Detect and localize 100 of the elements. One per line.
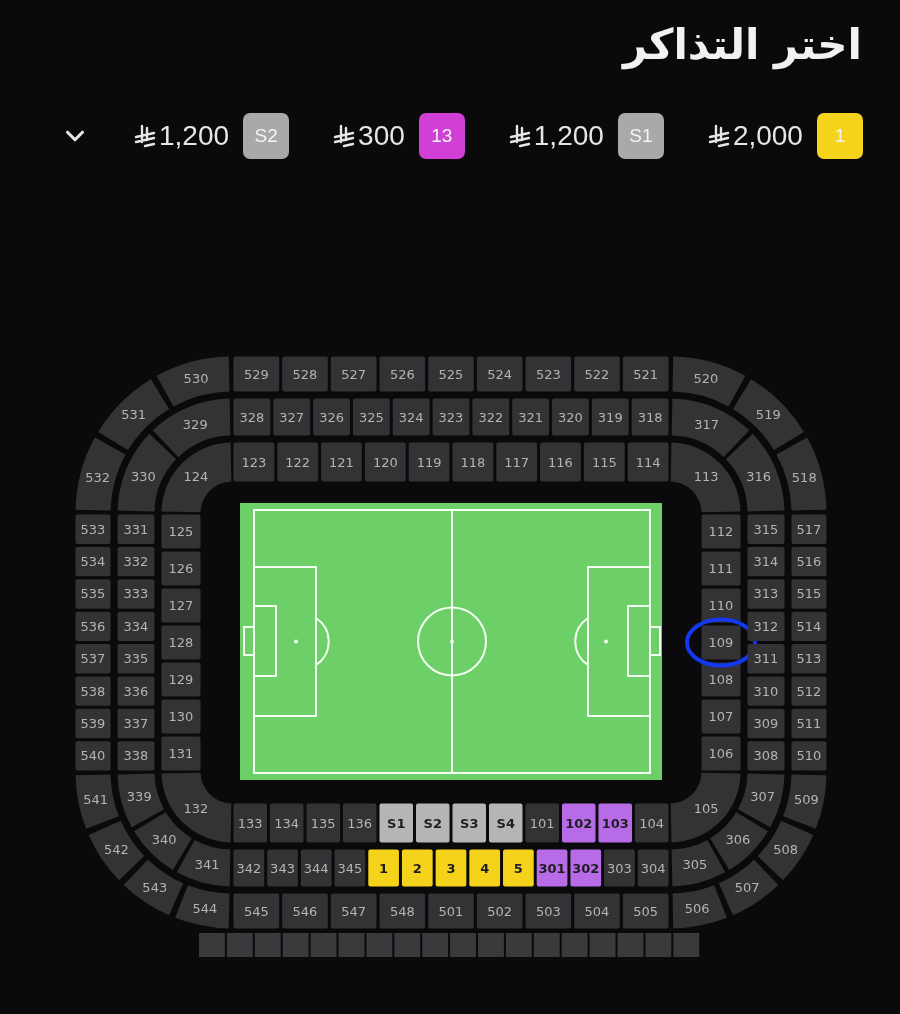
seat-section[interactable]: 313 <box>747 579 785 609</box>
seat-section[interactable]: 130 <box>161 699 201 734</box>
seat-section[interactable]: 528 <box>282 356 328 392</box>
seat-section[interactable]: 525 <box>428 356 474 392</box>
seat-section[interactable]: 512 <box>791 676 827 706</box>
seat-section[interactable]: 342 <box>233 849 265 887</box>
seat-section[interactable]: 106 <box>701 736 741 771</box>
seat-section[interactable]: 320 <box>552 398 589 436</box>
seat-section[interactable]: 308 <box>747 741 785 771</box>
seat-section[interactable]: 136 <box>343 803 377 843</box>
seat-section[interactable]: 546 <box>282 893 328 929</box>
seat-section[interactable]: 506 <box>672 885 727 929</box>
seat-section[interactable]: 538 <box>75 676 111 706</box>
seat-section[interactable]: 101 <box>525 803 559 843</box>
seat-section[interactable]: 110 <box>701 588 741 623</box>
seat-section[interactable]: 121 <box>321 442 362 482</box>
seat-section[interactable]: 326 <box>313 398 350 436</box>
seat-section[interactable]: 109 <box>701 625 741 660</box>
seat-section[interactable]: 107 <box>701 699 741 734</box>
seat-section[interactable]: 119 <box>408 442 450 482</box>
seat-section[interactable]: 513 <box>791 644 827 674</box>
seat-section[interactable]: 328 <box>233 398 271 436</box>
seat-section[interactable]: 521 <box>622 356 669 392</box>
seat-section[interactable]: 539 <box>75 708 111 739</box>
seat-section[interactable]: 548 <box>379 893 426 929</box>
seat-section[interactable]: 133 <box>233 803 267 843</box>
seat-section[interactable]: 529 <box>233 356 280 392</box>
seat-section[interactable]: 543 <box>123 859 184 916</box>
seat-section[interactable]: 536 <box>75 611 111 641</box>
seat-section[interactable]: 131 <box>161 736 201 771</box>
seat-section[interactable]: 118 <box>452 442 494 482</box>
seat-section[interactable]: 303 <box>604 849 635 887</box>
seat-section[interactable]: 517 <box>791 514 827 544</box>
seat-section[interactable]: 537 <box>75 644 111 674</box>
seat-section[interactable]: 336 <box>117 676 155 706</box>
seat-section[interactable]: 306 <box>710 812 768 870</box>
seat-section[interactable]: 535 <box>75 579 111 609</box>
seat-section[interactable]: 334 <box>117 611 155 641</box>
seat-section[interactable]: 307 <box>737 773 785 828</box>
seat-section[interactable]: 319 <box>591 398 629 436</box>
seat-section[interactable]: 333 <box>117 579 155 609</box>
seat-section[interactable]: 510 <box>791 741 827 771</box>
seat-section[interactable]: 317 <box>671 398 750 458</box>
seat-section[interactable]: 314 <box>747 546 785 577</box>
seat-section[interactable]: 134 <box>270 803 304 843</box>
seat-section[interactable]: 301 <box>536 849 568 887</box>
seat-section[interactable]: 135 <box>306 803 340 843</box>
seat-section[interactable]: 338 <box>117 741 155 771</box>
seat-section[interactable]: 102 <box>562 803 596 843</box>
seat-section[interactable]: 116 <box>540 442 581 482</box>
seat-section[interactable]: 117 <box>496 442 538 482</box>
seat-section[interactable]: 327 <box>273 398 311 436</box>
seat-section[interactable]: 526 <box>379 356 426 392</box>
seat-section[interactable]: 122 <box>277 442 319 482</box>
seat-section[interactable]: 2 <box>401 849 433 887</box>
seat-section[interactable]: 311 <box>747 644 785 674</box>
seat-section[interactable]: 123 <box>233 442 275 482</box>
seat-section[interactable]: 530 <box>156 356 230 407</box>
seat-section[interactable]: 330 <box>117 433 177 512</box>
seat-section[interactable]: 345 <box>334 849 366 887</box>
seat-section[interactable]: 310 <box>747 676 785 706</box>
seat-section[interactable]: 344 <box>300 849 332 887</box>
seat-section[interactable]: 541 <box>75 774 119 829</box>
seat-section[interactable]: 115 <box>583 442 625 482</box>
seat-section[interactable]: 124 <box>161 442 232 513</box>
seat-section[interactable]: 127 <box>161 588 201 623</box>
seat-section[interactable]: 104 <box>635 803 669 843</box>
seat-section[interactable]: 527 <box>330 356 377 392</box>
seat-section[interactable]: 316 <box>725 433 785 512</box>
seat-section[interactable]: 339 <box>117 773 165 828</box>
seat-section[interactable]: 516 <box>791 546 827 577</box>
seat-section[interactable]: S3 <box>452 803 486 843</box>
seat-section[interactable]: 112 <box>701 514 741 549</box>
seat-section[interactable]: 114 <box>627 442 669 482</box>
seat-section[interactable]: 509 <box>783 774 827 829</box>
seat-section[interactable]: 508 <box>757 820 814 881</box>
seat-section[interactable]: 532 <box>75 437 126 511</box>
seat-section[interactable]: 547 <box>330 893 377 929</box>
seat-section[interactable]: 5 <box>503 849 534 887</box>
seat-section[interactable]: 507 <box>718 859 779 916</box>
seat-section[interactable]: 522 <box>574 356 620 392</box>
seat-section[interactable]: 504 <box>574 893 620 929</box>
seat-section[interactable]: S2 <box>416 803 450 843</box>
seat-section[interactable]: 309 <box>747 708 785 739</box>
seat-section[interactable]: 518 <box>776 437 827 511</box>
seat-section[interactable]: 113 <box>670 442 741 513</box>
seat-section[interactable]: 312 <box>747 611 785 641</box>
seat-section[interactable]: 524 <box>476 356 523 392</box>
seat-section[interactable]: 511 <box>791 708 827 739</box>
seat-section[interactable]: 103 <box>598 803 632 843</box>
seat-section[interactable]: 523 <box>525 356 572 392</box>
seat-section[interactable]: 3 <box>435 849 467 887</box>
seat-section[interactable]: 335 <box>117 644 155 674</box>
seat-section[interactable]: 343 <box>267 849 298 887</box>
seat-section[interactable]: 125 <box>161 514 201 549</box>
seat-section[interactable]: 321 <box>512 398 550 436</box>
seat-section[interactable]: 341 <box>176 839 231 887</box>
seat-section[interactable]: 501 <box>428 893 474 929</box>
seat-section[interactable]: 545 <box>233 893 280 929</box>
seat-section[interactable]: 126 <box>161 551 201 586</box>
